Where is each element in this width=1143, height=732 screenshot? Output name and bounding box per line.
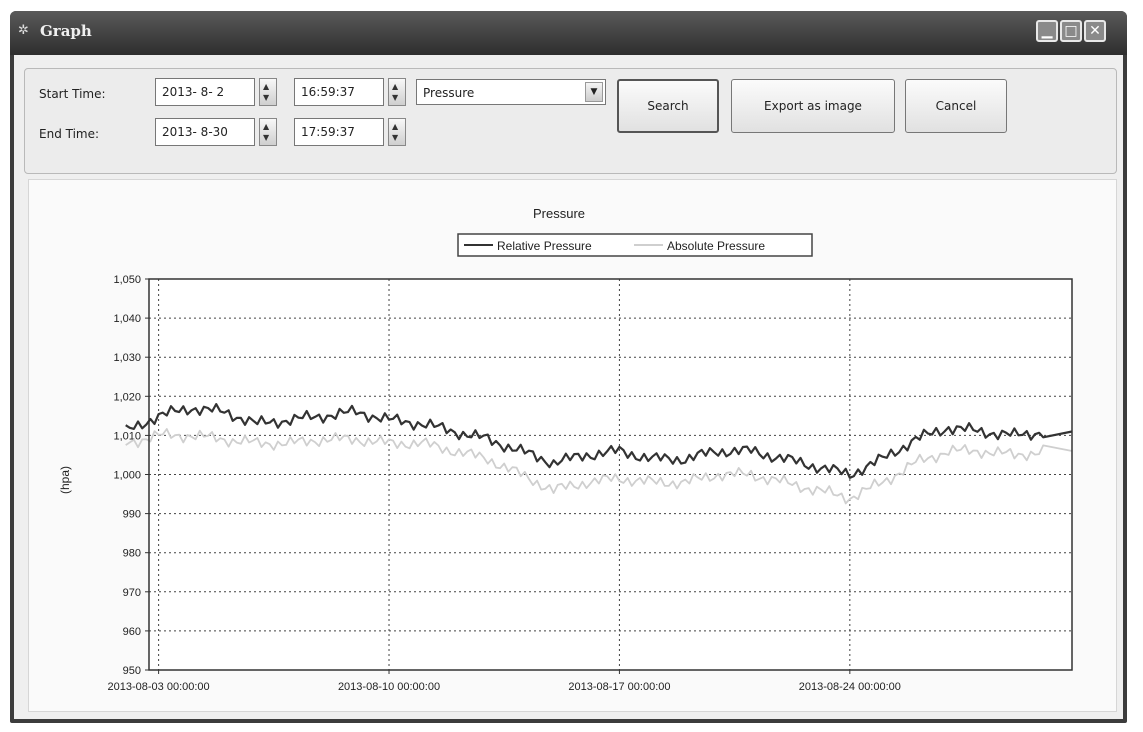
spin-up-icon: ▲ <box>263 82 270 91</box>
legend-absolute-label: Absolute Pressure <box>667 239 765 253</box>
maximize-icon: □ <box>1064 23 1078 39</box>
spin-down-icon: ▼ <box>263 133 270 142</box>
app-icon: ✲ <box>18 23 29 38</box>
end-time-field[interactable]: 17:59:37 <box>294 118 384 146</box>
graph-window: ✲ Graph ▁ □ ✕ Start Time: End Time: 2013… <box>10 11 1127 723</box>
spin-up-icon: ▲ <box>263 122 270 131</box>
start-time-field[interactable]: 16:59:37 <box>294 78 384 106</box>
spin-down-icon: ▼ <box>392 93 399 102</box>
end-date-field[interactable]: 2013- 8-30 <box>155 118 255 146</box>
x-tick-label: 2013-08-24 00:00:00 <box>799 681 901 693</box>
y-tick-label: 1,020 <box>113 391 141 403</box>
y-tick-label: 950 <box>123 665 141 677</box>
spin-down-icon: ▼ <box>392 133 399 142</box>
cancel-button[interactable]: Cancel <box>905 79 1007 133</box>
y-axis-label: (hpa) <box>58 466 72 494</box>
y-tick-label: 1,010 <box>113 430 141 442</box>
chart-title: Pressure <box>533 206 585 221</box>
start-date-field[interactable]: 2013- 8- 2 <box>155 78 255 106</box>
close-icon: ✕ <box>1089 23 1101 39</box>
y-tick-label: 970 <box>123 587 141 599</box>
spin-up-icon: ▲ <box>392 82 399 91</box>
y-tick-label: 960 <box>123 626 141 638</box>
measurement-select[interactable]: Pressure ▼ <box>416 79 606 105</box>
query-toolbar: Start Time: End Time: 2013- 8- 2 ▲ ▼ 16:5… <box>24 68 1117 174</box>
title-bar[interactable]: ✲ Graph ▁ □ ✕ <box>10 11 1127 55</box>
client-area: Start Time: End Time: 2013- 8- 2 ▲ ▼ 16:5… <box>14 55 1123 719</box>
y-tick-label: 1,050 <box>113 274 141 286</box>
window-title: Graph <box>40 22 92 40</box>
y-tick-label: 980 <box>123 548 141 560</box>
y-tick-label: 1,000 <box>113 470 141 482</box>
start-time-label: Start Time: <box>39 87 106 101</box>
start-time-spinner[interactable]: ▲ ▼ <box>388 78 406 106</box>
end-date-spinner[interactable]: ▲ ▼ <box>259 118 277 146</box>
search-button[interactable]: Search <box>617 79 719 133</box>
minimize-icon: ▁ <box>1041 23 1053 39</box>
end-time-spinner[interactable]: ▲ ▼ <box>388 118 406 146</box>
export-image-button[interactable]: Export as image <box>731 79 895 133</box>
x-tick-label: 2013-08-17 00:00:00 <box>568 681 670 693</box>
y-tick-label: 1,030 <box>113 352 141 364</box>
spin-up-icon: ▲ <box>392 122 399 131</box>
y-tick-label: 1,040 <box>113 313 141 325</box>
close-button[interactable]: ✕ <box>1084 20 1106 42</box>
maximize-button[interactable]: □ <box>1060 20 1082 42</box>
spin-down-icon: ▼ <box>263 93 270 102</box>
start-date-spinner[interactable]: ▲ ▼ <box>259 78 277 106</box>
pressure-chart: Pressure Relative Pressure Absolute Pres… <box>58 206 1073 693</box>
minimize-button[interactable]: ▁ <box>1036 20 1058 42</box>
x-tick-label: 2013-08-10 00:00:00 <box>338 681 440 693</box>
chevron-down-icon[interactable]: ▼ <box>585 82 603 102</box>
chart-panel: Pressure Relative Pressure Absolute Pres… <box>28 179 1117 712</box>
x-tick-label: 2013-08-03 00:00:00 <box>108 681 210 693</box>
end-time-label: End Time: <box>39 127 100 141</box>
y-tick-label: 990 <box>123 509 141 521</box>
legend-relative-label: Relative Pressure <box>497 239 592 253</box>
measurement-select-value: Pressure <box>423 86 475 100</box>
